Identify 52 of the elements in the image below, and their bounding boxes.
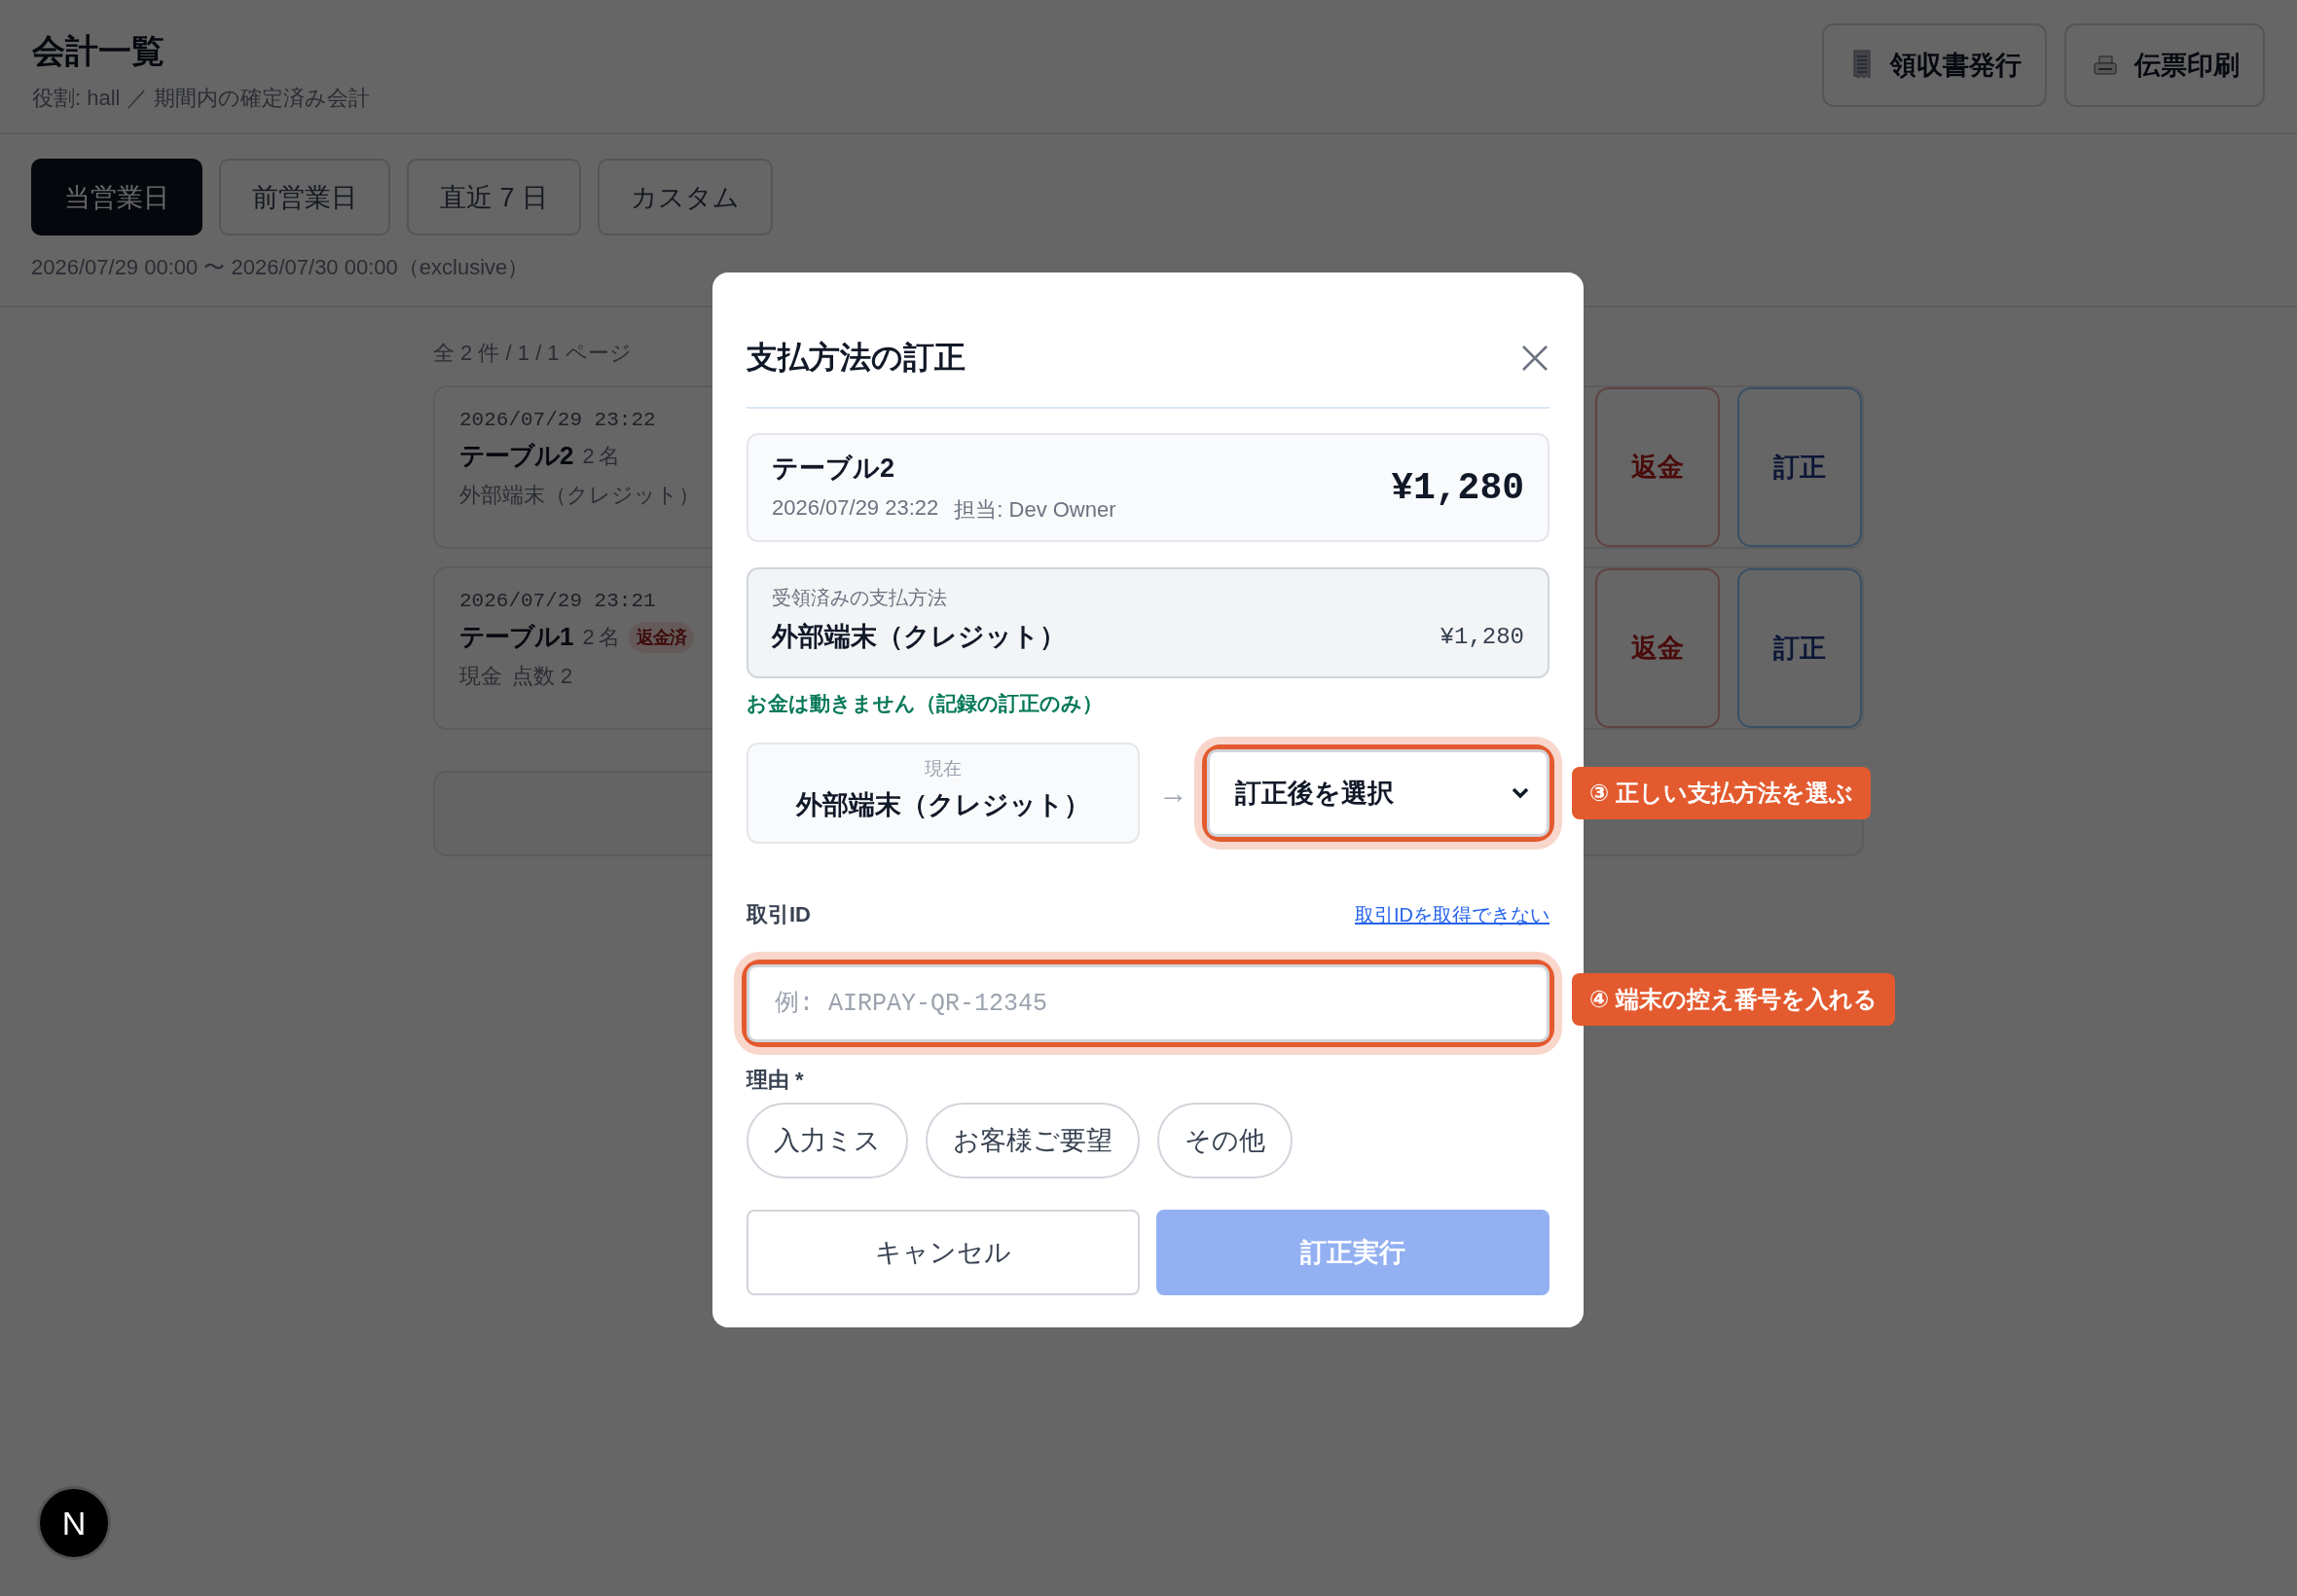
transaction-id-field[interactable]: 例: AIRPAY-QR-12345 xyxy=(747,964,1550,1042)
correct-button[interactable]: 訂正 xyxy=(1737,568,1862,728)
guest-count: 2 名 xyxy=(582,442,619,470)
field-label: 取引ID xyxy=(747,901,811,928)
refund-button[interactable]: 返金 xyxy=(1595,387,1720,547)
payment-method: 外部端末（クレジット） xyxy=(772,621,1066,653)
field-label: 受領済みの支払方法 xyxy=(772,586,948,610)
method-dropdown[interactable]: 訂正後を選択 xyxy=(1207,749,1550,837)
period-tab[interactable]: 直近 7 日 xyxy=(407,159,582,236)
cancel-button[interactable]: キャンセル xyxy=(747,1210,1140,1295)
correct-button[interactable]: 訂正 xyxy=(1737,387,1862,547)
payment-amount: ¥1,280 xyxy=(1440,623,1524,650)
staff-name: 担当: Dev Owner xyxy=(954,496,1116,524)
printer-icon xyxy=(2094,54,2117,76)
period-tab[interactable]: カスタム xyxy=(598,159,774,236)
table-name: テーブル2 xyxy=(459,440,573,472)
arrow-icon: → xyxy=(1140,777,1207,810)
table-name: テーブル2 xyxy=(772,453,896,485)
period-tab[interactable]: 前営業日 xyxy=(219,159,390,236)
order-time: 2026/07/29 23:21 xyxy=(459,590,657,612)
reason-chip[interactable]: 入力ミス xyxy=(747,1103,908,1179)
date-range: 2026/07/29 00:00 〜 2026/07/30 00:00（exclusive） xyxy=(31,254,529,281)
order-total: ¥1,280 xyxy=(1391,466,1524,509)
callout-label: ④ 端末の控え番号を入れる xyxy=(1572,973,1895,1026)
unavailable-link[interactable]: 取引IDを取得できない xyxy=(1355,901,1550,928)
payment-method: 現金 xyxy=(459,663,502,690)
result-count: 全 2 件 / 1 / 1 ページ xyxy=(433,341,632,365)
info-note: お金は動きません（記録の訂正のみ） xyxy=(747,691,1103,716)
dev-tools-button[interactable]: N xyxy=(37,1486,111,1560)
reason-chip[interactable]: その他 xyxy=(1157,1103,1293,1179)
refund-button[interactable]: 返金 xyxy=(1595,568,1720,728)
dialog-title: 支払方法の訂正 xyxy=(747,339,966,377)
reason-chip[interactable]: お客様ご要望 xyxy=(926,1103,1140,1179)
guest-count: 2 名 xyxy=(582,623,619,651)
receipt-button[interactable]: 領収書発行 xyxy=(1822,23,2047,107)
item-count: 点数 2 xyxy=(512,663,573,690)
refunded-badge: 返金済 xyxy=(628,621,694,653)
chevron-down-icon xyxy=(1512,787,1529,799)
close-icon[interactable] xyxy=(1520,344,1550,373)
print-button[interactable]: 伝票印刷 xyxy=(2064,23,2265,107)
field-label: 理由 * xyxy=(747,1067,805,1094)
table-name: テーブル1 xyxy=(459,621,573,653)
payment-method: 外部端末（クレジット） xyxy=(796,789,1090,821)
period-tab[interactable]: 当営業日 xyxy=(31,159,202,236)
order-time: 2026/07/29 23:22 xyxy=(772,495,939,522)
page-title: 会計一覧 xyxy=(32,31,165,71)
receipt-icon xyxy=(1851,49,1873,82)
order-time: 2026/07/29 23:22 xyxy=(459,409,657,431)
field-label: 現在 xyxy=(925,757,962,780)
callout-label: ③ 正しい支払方法を選ぶ xyxy=(1572,767,1871,819)
page-subtitle: 役割: hall ／ 期間内の確定済み会計 xyxy=(32,85,370,112)
payment-method: 外部端末（クレジット） xyxy=(459,482,700,509)
